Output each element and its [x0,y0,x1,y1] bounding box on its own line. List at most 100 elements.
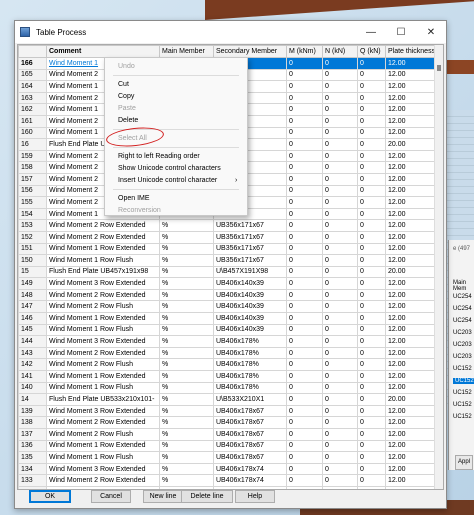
table-cell[interactable]: UB406x140x39 [213,323,287,337]
background-list-item[interactable]: UC152 [453,378,474,384]
table-cell[interactable]: 0 [322,428,358,441]
table-cell[interactable]: 0 [322,68,358,82]
table-cell[interactable]: 0 [286,114,323,128]
table-cell[interactable]: 0 [357,219,386,232]
table-cell[interactable]: UB356x171x67 [213,230,287,244]
row-number[interactable]: 141 [18,370,47,383]
table-cell[interactable]: 0 [357,80,386,93]
table-cell[interactable]: 12.00 [384,161,439,174]
table-cell[interactable]: UB406x178% [213,346,287,360]
table-cell[interactable]: 0 [286,428,323,441]
table-cell[interactable]: % [159,416,214,429]
background-list-item[interactable]: UC254 [453,306,472,312]
row-number[interactable]: 157 [18,172,47,186]
table-cell[interactable]: 12.00 [384,404,439,418]
table-cell[interactable]: % [159,242,214,256]
table-cell[interactable]: 0 [286,416,323,429]
table-cell[interactable]: 0 [286,138,323,151]
table-cell[interactable]: 0 [286,393,323,406]
table-cell[interactable]: 0 [322,277,358,290]
table-cell[interactable]: % [159,254,214,267]
column-header[interactable]: Plate thickness [384,45,439,58]
table-cell[interactable]: % [159,451,214,464]
table-cell[interactable]: 0 [286,358,323,372]
column-header[interactable]: Main Member [159,45,214,58]
table-row[interactable]: 145 Wind Moment 1 Row Flush% UB406x140x39 0… [18,323,439,337]
table-cell[interactable]: 0 [286,80,323,93]
row-number[interactable]: 15 [18,265,47,279]
table-cell[interactable]: 0 [322,288,358,302]
table-cell[interactable]: 0 [322,393,358,406]
table-row[interactable]: 142 Wind Moment 2 Row Flush% UB406x178% 0 0 0… [18,358,439,372]
table-row[interactable]: 134 Wind Moment 3 Row Extended% UB406x178x… [18,462,439,476]
table-cell[interactable]: 0 [322,462,358,476]
column-header[interactable]: Q (kN) [357,45,386,58]
background-list-item[interactable]: UC254 [453,294,472,300]
table-cell[interactable]: UB406x178% [213,358,287,372]
table-cell[interactable]: 12.00 [384,196,439,209]
row-number[interactable]: 146 [18,312,47,325]
table-cell[interactable]: 0 [357,184,386,198]
cancel-button[interactable]: Cancel [91,490,131,503]
table-cell[interactable]: % [159,358,214,372]
table-cell[interactable]: 12.00 [384,370,439,383]
table-cell[interactable]: 0 [286,91,323,105]
row-number[interactable]: 16 [18,138,47,151]
row-header-corner[interactable] [18,45,47,58]
table-cell[interactable]: 0 [357,254,386,267]
column-header[interactable]: Secondary Member [213,45,287,58]
table-cell[interactable]: 0 [286,300,323,314]
column-header[interactable]: N (kN) [322,45,358,58]
ok-button[interactable]: OK [29,490,71,503]
row-number[interactable]: 145 [18,323,47,337]
table-cell[interactable]: 0 [322,114,358,128]
table-cell[interactable]: 0 [286,207,323,221]
table-cell[interactable]: 0 [357,149,386,163]
maximize-button[interactable]: ☐ [386,21,416,43]
table-cell[interactable]: UB406x178x67 [213,439,287,453]
table-cell[interactable]: UB406x178x67 [213,451,287,464]
row-number[interactable]: 163 [18,91,47,105]
row-number[interactable]: 159 [18,149,47,163]
table-cell[interactable]: 0 [286,474,323,487]
table-cell[interactable]: 12.00 [384,300,439,314]
table-cell[interactable]: UB406x178x74 [213,474,287,487]
row-number[interactable]: 143 [18,346,47,360]
table-cell[interactable]: Wind Moment 1 Row Flush [46,254,160,267]
table-row[interactable]: 133 Wind Moment 2 Row Extended% UB406x178x… [18,474,439,487]
table-cell[interactable]: Wind Moment 1 Row Extended [46,439,160,453]
table-cell[interactable]: 0 [322,230,358,244]
row-number[interactable]: 158 [18,161,47,174]
table-cell[interactable]: Wind Moment 3 Row Extended [46,462,160,476]
menu-rtl-reading[interactable]: Right to left Reading order [118,153,200,160]
table-cell[interactable]: 0 [357,404,386,418]
table-cell[interactable]: 0 [357,393,386,406]
table-cell[interactable]: 0 [357,265,386,279]
table-cell[interactable]: UB406x178% [213,370,287,383]
table-cell[interactable]: UB406x178x67 [213,416,287,429]
table-cell[interactable]: 12.00 [384,428,439,441]
row-number[interactable]: 149 [18,277,47,290]
table-cell[interactable]: 12.00 [384,312,439,325]
table-cell[interactable]: % [159,335,214,348]
table-cell[interactable]: 0 [322,126,358,140]
background-list-item[interactable]: UC152 [453,402,472,408]
table-cell[interactable]: % [159,370,214,383]
table-cell[interactable]: 0 [322,184,358,198]
row-number[interactable]: 137 [18,428,47,441]
table-row[interactable]: 140 Wind Moment 1 Row Flush% UB406x178% 0 0 0… [18,381,439,395]
table-cell[interactable]: 0 [357,57,386,70]
table-cell[interactable]: U\B533X210X1 [213,393,287,406]
table-row[interactable]: 149 Wind Moment 3 Row Extended% UB406x140x… [18,277,439,290]
table-cell[interactable]: 12.00 [384,358,439,372]
table-cell[interactable]: 0 [357,91,386,105]
table-cell[interactable]: 12.00 [384,103,439,116]
row-number[interactable]: 165 [18,68,47,82]
table-cell[interactable]: % [159,219,214,232]
table-cell[interactable]: 0 [322,161,358,174]
table-cell[interactable]: 12.00 [384,381,439,395]
table-cell[interactable]: 12.00 [384,207,439,221]
background-list-item[interactable]: UC152 [453,366,472,372]
table-cell[interactable]: UB406x140x39 [213,312,287,325]
table-cell[interactable]: 0 [357,288,386,302]
